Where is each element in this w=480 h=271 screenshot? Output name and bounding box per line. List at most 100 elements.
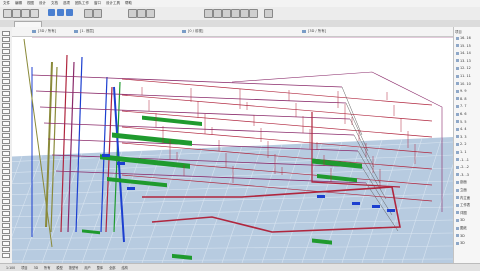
navigator-item[interactable]: 立面: [456, 187, 480, 193]
navigator-item[interactable]: 15. 15: [456, 43, 480, 49]
status-field[interactable]: 1:100: [6, 266, 15, 270]
toolbox-tool-icon[interactable]: [2, 157, 10, 162]
undo-icon[interactable]: [21, 9, 30, 18]
navigator-item[interactable]: -3. -3: [456, 172, 480, 178]
navigator-item[interactable]: 16. 16: [456, 35, 480, 41]
navigator-item[interactable]: 12. 12: [456, 65, 480, 71]
status-field[interactable]: 结构: [121, 265, 127, 270]
menu-item[interactable]: 设计: [39, 0, 46, 7]
menu-item[interactable]: 文件: [3, 0, 10, 7]
render-icon[interactable]: [204, 9, 213, 18]
menu-item[interactable]: 窗口: [94, 0, 101, 7]
view-icon[interactable]: [93, 9, 102, 18]
toolbox-tool-icon[interactable]: [2, 169, 10, 174]
toolbox-tool-icon[interactable]: [2, 193, 10, 198]
navigator-item[interactable]: 内立面: [456, 195, 480, 201]
toolbox-tool-icon[interactable]: [2, 55, 10, 60]
marquee-tool-icon[interactable]: [57, 9, 64, 16]
menu-item[interactable]: 视图: [27, 0, 34, 7]
navigator-item[interactable]: 3D: [456, 233, 480, 239]
toolbox-tool-icon[interactable]: [2, 85, 10, 90]
arrow-tool-icon[interactable]: [48, 9, 55, 16]
status-field[interactable]: 所有: [44, 265, 50, 270]
navigator-item[interactable]: 工作表: [456, 202, 480, 208]
toolbox-tool-icon[interactable]: [2, 97, 10, 102]
navigator-item[interactable]: 14. 14: [456, 50, 480, 56]
toolbox-tool-icon[interactable]: [2, 187, 10, 192]
status-field[interactable]: 模型: [56, 265, 62, 270]
toolbox-tool-icon[interactable]: [2, 67, 10, 72]
toolbox-tool-icon[interactable]: [2, 109, 10, 114]
navigator-item[interactable]: 7. 7: [456, 103, 480, 109]
toolbox-tool-icon[interactable]: [2, 73, 10, 78]
toolbox-tool-icon[interactable]: [2, 151, 10, 156]
toolbox-tool-icon[interactable]: [2, 91, 10, 96]
menu-item[interactable]: 团队工作: [75, 0, 89, 7]
navigator-item[interactable]: 详图: [456, 210, 480, 216]
status-field[interactable]: 3D: [34, 266, 38, 270]
viewport-tab[interactable]: [3D / 所有]: [32, 28, 56, 35]
section-icon[interactable]: [128, 9, 137, 18]
snap-icon[interactable]: [66, 9, 73, 16]
toolbox-tool-icon[interactable]: [2, 217, 10, 222]
settings-icon[interactable]: [264, 9, 273, 18]
toolbox-tool-icon[interactable]: [2, 211, 10, 216]
toolbox-tool-icon[interactable]: [2, 223, 10, 228]
toolbox-tool-icon[interactable]: [2, 79, 10, 84]
zoom-icon[interactable]: [231, 9, 240, 18]
toolbox-tool-icon[interactable]: [2, 139, 10, 144]
navigator-item[interactable]: 13. 13: [456, 58, 480, 64]
toolbox-tool-icon[interactable]: [2, 61, 10, 66]
navigator-item[interactable]: -2. -2: [456, 164, 480, 170]
toolbox-tool-icon[interactable]: [2, 253, 10, 258]
navigator-item[interactable]: 8. 8: [456, 96, 480, 102]
toolbox-tool-icon[interactable]: [2, 229, 10, 234]
menu-item[interactable]: 帮助: [125, 0, 132, 7]
navigator-item[interactable]: 4. 4: [456, 126, 480, 132]
toolbox-tool-icon[interactable]: [2, 241, 10, 246]
save-icon[interactable]: [12, 9, 21, 18]
navigator-item[interactable]: -1. -1: [456, 157, 480, 163]
menu-item[interactable]: 文档: [51, 0, 58, 7]
navigator-item[interactable]: 6. 6: [456, 111, 480, 117]
toolbox-tool-icon[interactable]: [2, 43, 10, 48]
toolbox-tool-icon[interactable]: [2, 145, 10, 150]
elevation-icon[interactable]: [137, 9, 146, 18]
viewport-tab[interactable]: [1. 首层]: [74, 28, 94, 35]
toolbox-tool-icon[interactable]: [2, 235, 10, 240]
toolbox-tool-icon[interactable]: [2, 175, 10, 180]
status-field[interactable]: 项目: [21, 265, 27, 270]
toolbox-tool-icon[interactable]: [2, 181, 10, 186]
navigator-item[interactable]: 图纸: [456, 225, 480, 231]
toolbox-tool-icon[interactable]: [2, 115, 10, 120]
3d-viewport[interactable]: [12, 27, 453, 263]
toolbox-tool-icon[interactable]: [2, 49, 10, 54]
viewport-tab[interactable]: [0 / 前视]: [182, 28, 203, 35]
menu-item[interactable]: 选项: [63, 0, 70, 7]
navigator-item[interactable]: 剖面: [456, 179, 480, 185]
menu-item[interactable]: 设计工具: [106, 0, 120, 7]
toolbox-tool-icon[interactable]: [2, 121, 10, 126]
toolbox-tool-icon[interactable]: [2, 205, 10, 210]
publish-icon[interactable]: [249, 9, 258, 18]
viewport-tab[interactable]: [3D / 所有]: [302, 28, 326, 35]
explore-icon[interactable]: [222, 9, 231, 18]
navigator-item[interactable]: 5. 5: [456, 119, 480, 125]
toolbox-tool-icon[interactable]: [2, 133, 10, 138]
open-icon[interactable]: [3, 9, 12, 18]
model-icon[interactable]: [146, 9, 155, 18]
toolbox-tool-icon[interactable]: [2, 199, 10, 204]
toolbox-tool-icon[interactable]: [2, 163, 10, 168]
status-field[interactable]: 按型号: [69, 265, 79, 270]
navigator-item[interactable]: 1. 1: [456, 149, 480, 155]
navigator-item[interactable]: 3D: [456, 240, 480, 246]
navigator-item[interactable]: 10. 10: [456, 81, 480, 87]
navigator-item[interactable]: 9. 9: [456, 88, 480, 94]
toolbox-tool-icon[interactable]: [2, 37, 10, 42]
status-field[interactable]: 整体: [97, 265, 103, 270]
navigator-item[interactable]: 11. 11: [456, 73, 480, 79]
layer-icon[interactable]: [84, 9, 93, 18]
toolbox-tool-icon[interactable]: [2, 247, 10, 252]
navigator-item[interactable]: 3. 3: [456, 134, 480, 140]
toolbox-tool-icon[interactable]: [2, 31, 10, 36]
